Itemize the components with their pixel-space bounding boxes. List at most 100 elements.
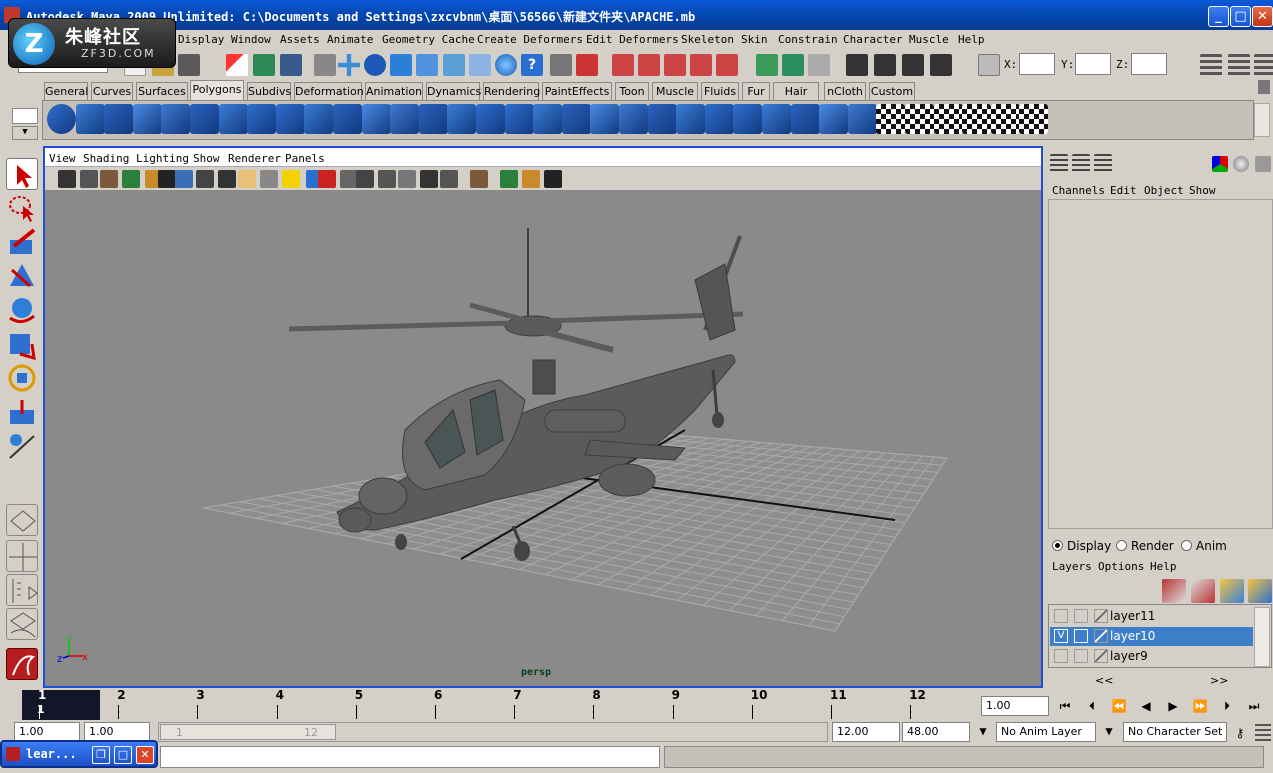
viewport-menu-panels[interactable]: Panels	[285, 152, 325, 165]
clapper-icon-4[interactable]	[930, 54, 952, 76]
poly-cylinder-icon[interactable]	[104, 104, 134, 134]
play-forwards-button[interactable]: ▶	[1162, 697, 1184, 715]
command-line-input[interactable]	[160, 746, 660, 768]
shelf-tab-curves[interactable]: Curves	[91, 82, 133, 100]
graph-layout-icon[interactable]	[6, 608, 38, 640]
select-object-icon[interactable]	[253, 54, 275, 76]
menu-animate[interactable]: Animate	[327, 33, 373, 46]
poly-sphere-icon[interactable]	[47, 104, 76, 134]
menu-edit-deformers[interactable]: Edit Deformers	[586, 33, 679, 46]
channel-menu-edit[interactable]: Edit	[1110, 184, 1137, 197]
poly-helix-icon[interactable]	[275, 104, 305, 134]
layer-scrollbar[interactable]	[1254, 607, 1270, 667]
render-settings-icon[interactable]: ?	[521, 54, 543, 76]
poly-prism-icon[interactable]	[218, 104, 248, 134]
wedge-icon[interactable]	[704, 104, 734, 134]
clapper-icon-2[interactable]	[874, 54, 896, 76]
split-icon[interactable]	[533, 104, 563, 134]
bookmark-icon[interactable]	[80, 170, 98, 188]
layer-row-layer11[interactable]: layer11	[1050, 607, 1253, 626]
layer-color-swatch[interactable]	[1094, 609, 1108, 623]
snap-grid-icon[interactable]	[314, 54, 336, 76]
bridge-icon[interactable]	[476, 104, 505, 134]
magnet-icon-2[interactable]	[638, 54, 660, 76]
rotate-tool-icon[interactable]	[6, 294, 38, 326]
select-hierarchy-icon[interactable]	[226, 54, 248, 76]
mirror-icon[interactable]	[447, 104, 477, 134]
taskbar-button[interactable]: lear... ❐ □ ✕	[0, 740, 158, 768]
paint-select-tool-icon[interactable]	[6, 226, 38, 258]
shelf-tab-custom[interactable]: Custom	[869, 82, 915, 100]
menu-help[interactable]: Help	[958, 33, 985, 46]
channel-box-list[interactable]	[1048, 199, 1273, 529]
channel-box-layout-icon-1[interactable]	[1050, 154, 1068, 174]
character-set-dropdown-arrow-icon[interactable]: ▼	[1100, 724, 1118, 742]
shelf-tab-fluids[interactable]: Fluids	[701, 82, 739, 100]
render-current-icon[interactable]	[469, 54, 491, 76]
taskbar-maximize-icon[interactable]: □	[114, 746, 132, 764]
menu-window[interactable]: Window	[231, 33, 271, 46]
save-scene-icon[interactable]	[178, 54, 200, 76]
taskbar-restore-icon[interactable]: ❐	[92, 746, 110, 764]
shelf-tab-dynamics[interactable]: Dynamics	[426, 82, 481, 100]
minimize-button[interactable]: _	[1208, 6, 1229, 27]
outliner-layout-icon[interactable]	[6, 574, 38, 606]
close-button[interactable]: ✕	[1252, 6, 1273, 27]
uv-automatic-icon[interactable]	[990, 104, 1020, 134]
clapper-icon-3[interactable]	[902, 54, 924, 76]
extrude-icon[interactable]	[619, 104, 648, 134]
append-icon[interactable]	[504, 104, 534, 134]
menu-display[interactable]: Display	[178, 33, 224, 46]
camera-attributes-icon[interactable]	[58, 170, 76, 188]
layer-template-toggle[interactable]	[1074, 629, 1088, 643]
channel-menu-channels[interactable]: Channels	[1052, 184, 1105, 197]
y-input[interactable]	[1075, 53, 1111, 75]
layer-nav-left[interactable]: <<	[1095, 674, 1113, 687]
viewport-menu-shading[interactable]: Shading	[83, 152, 129, 165]
render-radio[interactable]	[1116, 540, 1127, 551]
input-output-icon[interactable]	[782, 54, 804, 76]
trash-icon[interactable]	[1258, 80, 1270, 94]
shelf-scrollbar[interactable]	[1254, 103, 1270, 137]
attribute-editor-icon[interactable]	[1200, 54, 1222, 76]
image-plane-icon[interactable]	[100, 170, 118, 188]
layer-visibility-toggle[interactable]	[1054, 649, 1068, 663]
shelf-tab-fur[interactable]: Fur	[742, 82, 770, 100]
snap-view-plane-icon[interactable]	[390, 54, 412, 76]
poly-pipe-icon[interactable]	[247, 104, 277, 134]
universal-manipulator-icon[interactable]	[6, 362, 38, 394]
flat-shade-icon[interactable]	[218, 170, 236, 188]
layer-visibility-toggle[interactable]	[1054, 609, 1068, 623]
triangulate-icon[interactable]	[790, 104, 820, 134]
shelf-tab-surfaces[interactable]: Surfaces	[136, 82, 188, 100]
perspective-viewport[interactable]: y x z persp	[45, 190, 1041, 686]
layer-template-toggle[interactable]	[1074, 609, 1088, 623]
lights-icon[interactable]	[500, 170, 518, 188]
channel-box-sphere-icon[interactable]	[1233, 156, 1249, 172]
tool-settings-icon[interactable]	[1228, 54, 1250, 76]
playback-start-field[interactable]: 1.00	[84, 722, 150, 742]
camera-tumble-icon[interactable]	[122, 170, 140, 188]
key-icon[interactable]: ⚷	[1230, 724, 1250, 742]
channel-box-pen-icon[interactable]	[1255, 156, 1271, 172]
channel-box-color-icon[interactable]	[1212, 156, 1228, 172]
scale-tool-icon[interactable]	[6, 328, 38, 361]
move-tool-icon[interactable]	[6, 260, 38, 292]
shelf-tab-deformation[interactable]: Deformation	[294, 82, 364, 100]
move-layer-down-icon[interactable]	[1191, 579, 1215, 603]
smooth-icon[interactable]	[390, 104, 420, 134]
menu-character[interactable]: Character	[843, 33, 903, 46]
menu-geometry-cache[interactable]: Geometry Cache	[382, 33, 475, 46]
shelf-tab-toon[interactable]: Toon	[615, 82, 649, 100]
input-mode-icon[interactable]	[978, 54, 1000, 76]
current-frame-marker[interactable]	[22, 690, 100, 720]
poly-cone-icon[interactable]	[132, 104, 162, 134]
layer-menu-layers[interactable]: Layers	[1052, 560, 1092, 573]
layer-menu-help[interactable]: Help	[1150, 560, 1177, 573]
default-material-icon[interactable]	[470, 170, 488, 188]
uv-layout-icon[interactable]	[1019, 104, 1049, 134]
combine-icon[interactable]	[304, 104, 334, 134]
select-component-icon[interactable]	[280, 54, 302, 76]
shelf-tab-muscle[interactable]: Muscle	[652, 82, 698, 100]
step-back-key-button[interactable]: ⏪	[1108, 697, 1130, 715]
